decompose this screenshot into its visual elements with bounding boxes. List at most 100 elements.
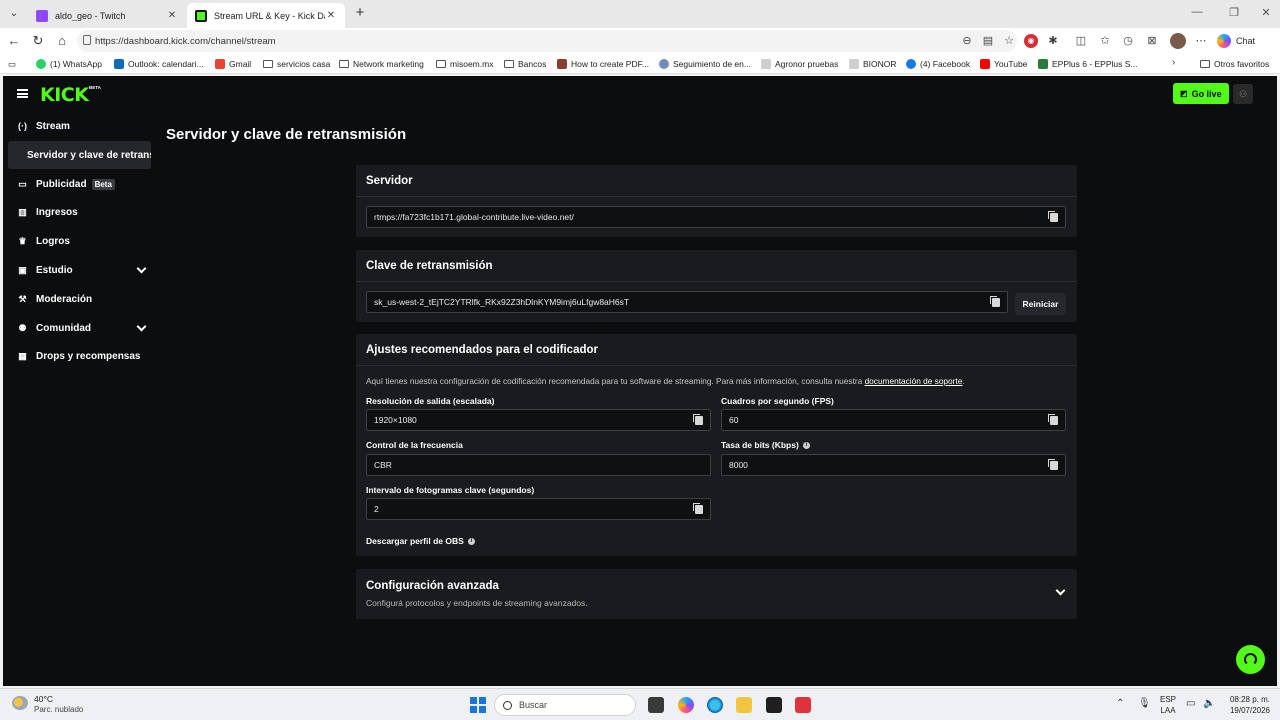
sidebar-item-ingresos[interactable]: ▥ Ingresos bbox=[17, 202, 149, 222]
volume-icon[interactable]: 🔈 bbox=[1203, 698, 1215, 709]
rate-control-field[interactable]: CBR bbox=[366, 454, 711, 476]
bookmark-bionor[interactable]: BIONOR bbox=[849, 57, 897, 71]
keyframe-field[interactable]: 2 bbox=[366, 498, 711, 520]
copy-icon[interactable] bbox=[1048, 414, 1058, 425]
history-icon[interactable]: ◷ bbox=[1120, 33, 1136, 49]
menu-hamburger-icon[interactable] bbox=[17, 89, 28, 98]
tab-title: Stream URL & Key - Kick Dashboard bbox=[214, 10, 325, 21]
clock[interactable]: 08:28 p. m. 19/07/2026 bbox=[1224, 694, 1270, 716]
weather-icon[interactable] bbox=[12, 696, 28, 710]
restore-icon[interactable]: ❐ bbox=[1227, 6, 1241, 19]
sidebar-item-publicidad[interactable]: ▭ Publicidad Beta bbox=[17, 174, 149, 194]
split-screen-icon[interactable]: ◫ bbox=[1073, 33, 1089, 49]
resolution-field[interactable]: 1920×1080 bbox=[366, 409, 711, 431]
extensions-icon[interactable]: ✱ bbox=[1045, 33, 1061, 49]
sidebar-item-label: Estudio bbox=[36, 264, 73, 276]
server-url-field[interactable]: rtmps://fa723fc1b171.global-contribute.l… bbox=[366, 206, 1066, 228]
sidebar-item-stream-settings[interactable]: Servidor y clave de retransmisión bbox=[8, 141, 151, 169]
back-icon[interactable]: ← bbox=[6, 33, 22, 49]
windows-start-icon[interactable] bbox=[470, 697, 486, 713]
obs-profile-row[interactable]: Descargar perfil de OBS i bbox=[366, 536, 475, 546]
support-chat-button[interactable] bbox=[1236, 645, 1265, 674]
bookmarks-collapse-icon[interactable]: ▭ bbox=[8, 57, 16, 71]
bookmark-servicios-casa[interactable]: servicios casa bbox=[263, 57, 330, 71]
support-docs-link[interactable]: documentación de soporte bbox=[865, 376, 963, 386]
bookmark-misoem[interactable]: misoem.mx bbox=[436, 57, 493, 71]
app-icon[interactable] bbox=[795, 697, 811, 713]
zoom-icon[interactable]: ⊖ bbox=[960, 34, 974, 48]
minimize-icon[interactable]: — bbox=[1190, 6, 1204, 18]
edge-icon[interactable] bbox=[707, 697, 723, 713]
browser-tab-twitch[interactable]: aldo_geo - Twitch ✕ bbox=[28, 3, 186, 28]
profile-avatar[interactable] bbox=[1170, 33, 1186, 49]
community-icon: ⚉ bbox=[18, 322, 27, 333]
app-icon[interactable] bbox=[766, 697, 782, 713]
copy-icon[interactable] bbox=[990, 296, 1000, 307]
bookmark-otros-favoritos[interactable]: Otros favoritos bbox=[1200, 57, 1269, 71]
bookmark-bancos[interactable]: Bancos bbox=[504, 57, 546, 71]
close-tab-icon[interactable]: ✕ bbox=[325, 10, 337, 21]
sidebar-item-logros[interactable]: ♛ Logros bbox=[17, 231, 149, 251]
copilot-app-icon[interactable] bbox=[678, 697, 694, 713]
new-tab-icon[interactable]: + bbox=[352, 5, 368, 21]
bookmark-whatsapp[interactable]: (1) WhatsApp bbox=[36, 57, 102, 71]
sidebar-item-comunidad[interactable]: ⚉ Comunidad bbox=[17, 318, 149, 338]
reload-icon[interactable]: ↻ bbox=[30, 33, 46, 49]
reader-mode-icon[interactable]: ▤ bbox=[981, 34, 995, 48]
advanced-settings-card[interactable]: Configuración avanzada Configurá protoco… bbox=[356, 569, 1077, 619]
sidebar-item-drops[interactable]: ▦ Drops y recompensas bbox=[17, 346, 149, 366]
copilot-chat-button[interactable]: Chat bbox=[1217, 32, 1255, 50]
address-bar[interactable]: https://dashboard.kick.com/channel/strea… bbox=[77, 30, 1017, 52]
bookmark-youtube[interactable]: YouTube bbox=[980, 57, 1027, 71]
favorite-star-icon[interactable]: ☆ bbox=[1002, 34, 1016, 48]
bookmark-epplus[interactable]: EPPlus 6 - EPPlus S... bbox=[1038, 57, 1138, 71]
taskbar-search[interactable]: Buscar bbox=[494, 694, 636, 716]
window-close-icon[interactable]: ✕ bbox=[1259, 6, 1273, 19]
copy-icon[interactable] bbox=[693, 414, 703, 425]
copy-icon[interactable] bbox=[693, 503, 703, 514]
copy-icon[interactable] bbox=[1048, 459, 1058, 470]
tab-list-chevron-icon[interactable]: ⌄ bbox=[6, 6, 22, 22]
screenshot-icon[interactable]: ⊠ bbox=[1144, 33, 1160, 49]
browser-tab-kick[interactable]: Stream URL & Key - Kick Dashboard ✕ bbox=[187, 3, 345, 28]
language-indicator[interactable]: ESP LAA bbox=[1160, 694, 1176, 716]
sidebar-item-moderacion[interactable]: ⚒ Moderación bbox=[17, 289, 149, 309]
bookmark-facebook[interactable]: (4) Facebook bbox=[906, 57, 970, 71]
file-explorer-icon[interactable] bbox=[736, 697, 752, 713]
task-view-icon[interactable] bbox=[648, 697, 664, 713]
go-live-button[interactable]: ◩ Go live bbox=[1173, 83, 1229, 104]
bookmark-network-marketing[interactable]: Network marketing bbox=[339, 57, 424, 71]
favorites-icon[interactable]: ✩ bbox=[1097, 33, 1113, 49]
bookmark-gmail[interactable]: Gmail bbox=[215, 57, 251, 71]
user-avatar[interactable]: ⚇ bbox=[1233, 84, 1253, 104]
home-icon[interactable]: ⌂ bbox=[54, 33, 70, 49]
weather-temperature[interactable]: 40°C bbox=[34, 694, 53, 704]
bookmark-agronor[interactable]: Agronor pruebas bbox=[761, 57, 838, 71]
bitrate-field[interactable]: 8000 bbox=[721, 454, 1066, 476]
kick-logo[interactable]: KICK bbox=[40, 84, 89, 106]
info-icon[interactable]: i bbox=[802, 441, 810, 449]
fps-field[interactable]: 60 bbox=[721, 409, 1066, 431]
tray-chevron-icon[interactable]: ⌃ bbox=[1116, 698, 1124, 709]
info-icon[interactable]: i bbox=[467, 537, 475, 545]
bookmark-create-pdf[interactable]: How to create PDF... bbox=[557, 57, 649, 71]
copy-icon[interactable] bbox=[1048, 211, 1058, 222]
bookmark-label: Outlook: calendari... bbox=[128, 59, 204, 69]
bookmark-outlook[interactable]: Outlook: calendari... bbox=[114, 57, 204, 71]
stream-key-field[interactable]: sk_us-west-2_tEjTC2YTRlfk_RKx92Z3hDlnKYM… bbox=[366, 291, 1008, 313]
bookmark-seguimiento[interactable]: Seguimiento de en... bbox=[659, 57, 751, 71]
network-icon[interactable]: ▭ bbox=[1186, 698, 1195, 709]
microphone-icon[interactable]: 🎙 bbox=[1138, 698, 1151, 709]
reset-key-button[interactable]: Reiniciar bbox=[1015, 293, 1066, 315]
sidebar-item-estudio[interactable]: ▣ Estudio bbox=[17, 260, 149, 280]
extension-red-icon[interactable]: ◉ bbox=[1024, 34, 1038, 48]
bookmarks-overflow-chevron-icon[interactable]: › bbox=[1172, 57, 1175, 68]
close-tab-icon[interactable]: ✕ bbox=[166, 10, 178, 21]
sidebar-item-stream[interactable]: (·) Stream bbox=[17, 116, 149, 136]
lock-icon bbox=[83, 35, 91, 45]
bookmark-label: Gmail bbox=[229, 59, 252, 69]
chevron-down-icon[interactable] bbox=[1055, 585, 1066, 596]
go-live-label: Go live bbox=[1191, 88, 1222, 99]
more-menu-icon[interactable]: ⋯ bbox=[1193, 33, 1209, 49]
server-url-value: rtmps://fa723fc1b171.global-contribute.l… bbox=[374, 212, 574, 222]
